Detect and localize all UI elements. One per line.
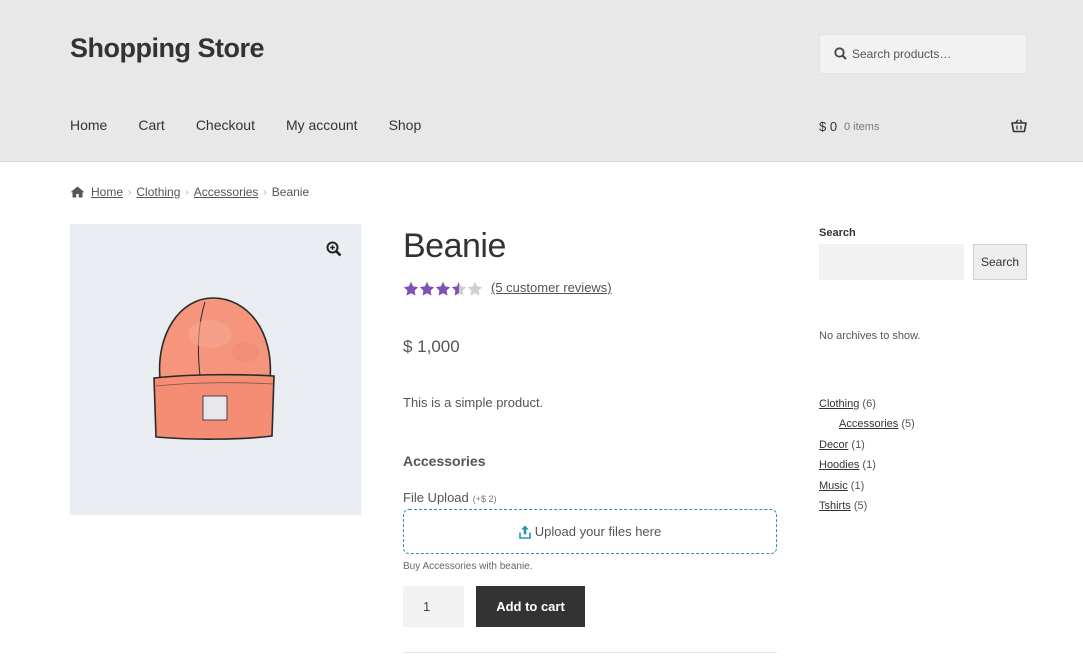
site-title[interactable]: Shopping Store xyxy=(70,33,264,64)
star-icons xyxy=(403,281,483,296)
category-link-accessories[interactable]: Accessories xyxy=(839,418,898,430)
reviews-link[interactable]: (5 customer reviews) xyxy=(491,280,612,295)
cart-total[interactable]: $ 0 xyxy=(819,119,837,134)
category-count: (5) xyxy=(853,499,868,512)
upload-dropzone[interactable]: Upload your files here xyxy=(403,509,777,554)
sidebar-search-title: Search xyxy=(819,227,856,239)
upload-price: (+$ 2) xyxy=(472,494,497,504)
cart-count[interactable]: 0 items xyxy=(844,121,879,133)
breadcrumb-current: Beanie xyxy=(271,185,310,199)
add-to-cart-button[interactable]: Add to cart xyxy=(476,586,585,627)
breadcrumb-accessories[interactable]: Accessories xyxy=(194,185,259,199)
nav-cart[interactable]: Cart xyxy=(138,117,164,133)
chevron-right-icon: › xyxy=(185,186,189,198)
category-link-music[interactable]: Music xyxy=(819,480,848,492)
zoom-icon[interactable] xyxy=(325,240,343,258)
category-count: (6) xyxy=(862,398,876,410)
breadcrumb-home[interactable]: Home xyxy=(91,185,123,199)
chevron-right-icon: › xyxy=(128,186,132,198)
home-icon xyxy=(70,186,85,198)
product-search[interactable] xyxy=(819,34,1027,74)
category-link-clothing[interactable]: Clothing xyxy=(819,398,859,410)
upload-label-text: File Upload xyxy=(403,490,469,505)
category-list: Clothing (6) Accessories (5) Decor (1) H… xyxy=(819,396,915,518)
chevron-right-icon: › xyxy=(263,186,267,198)
product-price: $ 1,000 xyxy=(403,337,460,356)
primary-nav: Home Cart Checkout My account Shop xyxy=(70,117,452,133)
site-header: Shopping Store Home Cart Checkout My acc… xyxy=(0,0,1083,162)
search-input[interactable] xyxy=(852,35,1022,73)
beanie-image xyxy=(153,297,275,440)
nav-checkout[interactable]: Checkout xyxy=(196,117,255,133)
star-rating xyxy=(403,281,485,297)
quantity-input[interactable] xyxy=(403,586,464,627)
upload-label: File Upload (+$ 2) xyxy=(403,490,497,505)
list-item: Accessories (5) xyxy=(819,416,915,436)
category-count: (1) xyxy=(862,459,876,472)
sidebar-search-button[interactable]: Search xyxy=(973,244,1027,280)
nav-my-account[interactable]: My account xyxy=(286,117,358,133)
category-count: (5) xyxy=(901,418,915,431)
list-item: Music (1) xyxy=(819,478,915,498)
list-item: Tshirts (5) xyxy=(819,498,915,518)
upload-icon xyxy=(518,525,531,539)
product-gallery[interactable] xyxy=(70,224,361,515)
list-item: Clothing (6) xyxy=(819,396,915,416)
nav-shop[interactable]: Shop xyxy=(389,117,422,133)
breadcrumb-clothing[interactable]: Clothing xyxy=(136,185,180,199)
list-item: Decor (1) xyxy=(819,437,915,457)
category-count: (1) xyxy=(850,479,865,492)
addon-heading: Accessories xyxy=(403,453,486,469)
addon-description: Buy Accessories with beanie. xyxy=(403,561,533,572)
sidebar-search-input[interactable] xyxy=(819,244,964,280)
short-description: This is a simple product. xyxy=(403,395,544,410)
search-icon xyxy=(834,47,847,60)
breadcrumb: Home › Clothing › Accessories › Beanie xyxy=(70,185,309,199)
category-count: (1) xyxy=(851,438,865,451)
divider xyxy=(403,652,777,653)
category-link-hoodies[interactable]: Hoodies xyxy=(819,459,859,471)
list-item: Hoodies (1) xyxy=(819,457,915,477)
product-title: Beanie xyxy=(403,227,506,265)
basket-icon[interactable] xyxy=(1011,119,1027,133)
upload-zone-text: Upload your files here xyxy=(534,524,662,539)
no-archives-text: No archives to show. xyxy=(819,330,921,342)
nav-home[interactable]: Home xyxy=(70,117,107,133)
category-link-decor[interactable]: Decor xyxy=(819,439,848,451)
category-link-tshirts[interactable]: Tshirts xyxy=(819,500,851,512)
